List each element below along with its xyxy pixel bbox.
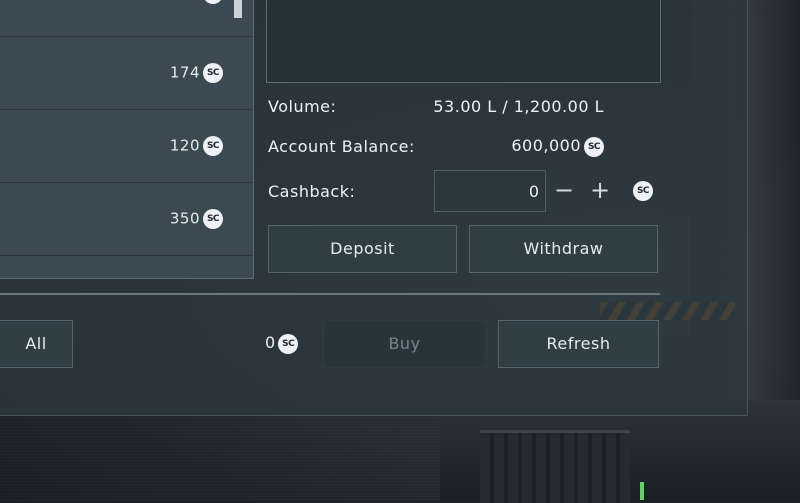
volume-label: Volume: bbox=[268, 97, 337, 116]
background-light bbox=[640, 482, 644, 500]
list-item[interactable]: 120 SC bbox=[0, 110, 253, 183]
shop-panel: 180SC 174SC 120SC 350SC Volume: 53.00 L … bbox=[0, 0, 748, 416]
cashback-input[interactable]: 0 bbox=[434, 170, 546, 212]
list-item[interactable]: 174 SC bbox=[0, 37, 253, 110]
item-price: 174 SC bbox=[170, 63, 223, 83]
select-all-button[interactable]: All bbox=[0, 320, 73, 368]
sc-coin-icon: SC bbox=[203, 136, 223, 156]
sc-coin-icon: SC bbox=[203, 0, 223, 4]
minus-icon[interactable]: − bbox=[554, 176, 574, 204]
plus-icon[interactable]: + bbox=[590, 176, 610, 204]
item-list[interactable]: 180SC 174SC 120SC 350SC bbox=[0, 0, 254, 279]
list-item[interactable]: 350 SC bbox=[0, 183, 253, 256]
sc-coin-icon: SC bbox=[633, 181, 653, 201]
cart-total: 0 SC bbox=[265, 333, 299, 354]
buy-button[interactable]: Buy bbox=[323, 320, 486, 368]
item-preview bbox=[266, 0, 661, 83]
background-vent bbox=[480, 430, 630, 503]
balance-value: 600,000 SC bbox=[511, 136, 604, 157]
cashback-label: Cashback: bbox=[268, 182, 356, 201]
item-price: 180SC bbox=[170, 0, 223, 4]
list-item[interactable]: 180SC bbox=[0, 0, 253, 37]
withdraw-button[interactable]: Withdraw bbox=[469, 225, 658, 273]
sc-coin-icon: SC bbox=[203, 63, 223, 83]
item-price: 120 SC bbox=[170, 136, 223, 156]
sc-coin-icon: SC bbox=[584, 136, 604, 157]
refresh-button[interactable]: Refresh bbox=[498, 320, 659, 368]
sc-coin-icon: SC bbox=[203, 209, 223, 229]
divider bbox=[0, 293, 660, 295]
deposit-button[interactable]: Deposit bbox=[268, 225, 457, 273]
balance-label: Account Balance: bbox=[268, 137, 415, 156]
sc-coin-icon: SC bbox=[278, 333, 299, 354]
item-price: 350 SC bbox=[170, 209, 223, 229]
volume-value: 53.00 L / 1,200.00 L bbox=[433, 97, 604, 116]
